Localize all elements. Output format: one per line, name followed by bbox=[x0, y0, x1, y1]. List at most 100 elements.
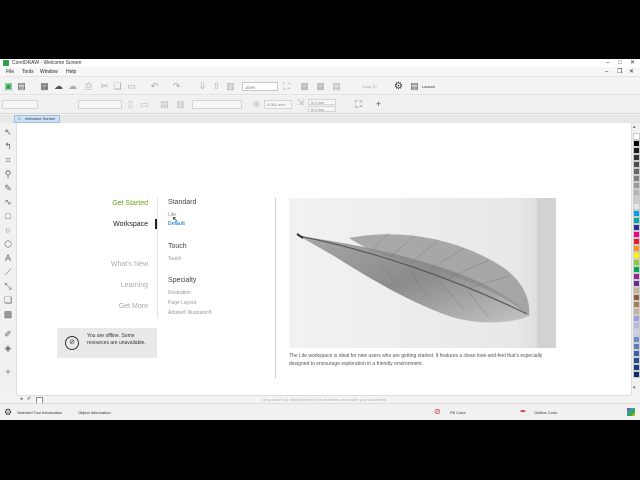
nav-learning[interactable]: Learning bbox=[48, 281, 148, 290]
print-icon[interactable]: ⎙ bbox=[84, 82, 93, 91]
open-icon[interactable]: ▤ bbox=[17, 82, 26, 91]
transparency-tool-icon[interactable]: ▩ bbox=[3, 309, 13, 319]
outline-pen-icon[interactable]: ✒ bbox=[520, 407, 527, 416]
parallel-dimension-icon[interactable]: ⟋ bbox=[3, 267, 13, 277]
connector-tool-icon[interactable]: ⤡ bbox=[3, 281, 13, 291]
zoom-level-select[interactable]: 100% bbox=[242, 82, 278, 91]
paste-icon[interactable]: ▭ bbox=[127, 82, 136, 91]
palette-swatch[interactable] bbox=[633, 133, 640, 140]
palette-swatch[interactable] bbox=[633, 245, 640, 252]
workspace-page-layout-option[interactable]: Page Layout bbox=[168, 300, 196, 306]
doc-restore-icon[interactable]: ❐ bbox=[617, 67, 622, 77]
palette-swatch[interactable] bbox=[633, 350, 640, 357]
palette-swatch[interactable] bbox=[633, 287, 640, 294]
portrait-icon[interactable]: ▯ bbox=[126, 100, 135, 109]
palette-swatch[interactable] bbox=[633, 364, 640, 371]
full-screen-icon[interactable]: ⛶ bbox=[282, 82, 291, 91]
fill-color-icon[interactable]: ⊘ bbox=[434, 407, 441, 416]
palette-swatch[interactable] bbox=[633, 329, 640, 336]
nav-whats-new[interactable]: What's New bbox=[48, 260, 148, 269]
palette-swatch[interactable] bbox=[633, 168, 640, 175]
palette-swatch[interactable] bbox=[633, 210, 640, 217]
undo-icon[interactable]: ↶ bbox=[150, 82, 159, 91]
add-tool-icon[interactable]: + bbox=[3, 367, 13, 377]
duplicate-y-field[interactable]: 5.0 mm bbox=[308, 106, 336, 112]
nudge-icon[interactable]: ⊕ bbox=[252, 100, 261, 109]
artistic-media-icon[interactable]: ∿ bbox=[3, 197, 13, 207]
minimize-icon[interactable]: – bbox=[606, 59, 609, 67]
grid-icon[interactable]: ▦ bbox=[316, 82, 325, 91]
palette-scroll-down-icon[interactable]: ▾ bbox=[633, 385, 636, 391]
drop-shadow-icon[interactable]: ❏ bbox=[3, 295, 13, 305]
palette-swatch[interactable] bbox=[633, 189, 640, 196]
pick-tool-icon[interactable]: ↖ bbox=[3, 127, 13, 137]
rulers-icon[interactable]: ▦ bbox=[300, 82, 309, 91]
palette-swatch[interactable] bbox=[633, 154, 640, 161]
interactive-fill-icon[interactable]: ◈ bbox=[3, 343, 13, 353]
close-icon[interactable]: ✕ bbox=[630, 59, 635, 67]
redo-icon[interactable]: ↷ bbox=[172, 82, 181, 91]
ellipse-tool-icon[interactable]: ○ bbox=[3, 225, 13, 235]
menu-window[interactable]: Window bbox=[40, 67, 58, 77]
palette-swatch[interactable] bbox=[633, 196, 640, 203]
menu-file[interactable]: File bbox=[6, 67, 14, 77]
cloud-upload-icon[interactable]: ☁ bbox=[54, 82, 63, 91]
palette-swatch[interactable] bbox=[633, 315, 640, 322]
status-gear-icon[interactable]: ⚙ bbox=[4, 407, 12, 418]
nudge-distance-field[interactable]: 0.001 mm bbox=[264, 100, 292, 109]
import-icon[interactable]: ⇩ bbox=[198, 82, 207, 91]
snap-to-select[interactable]: Snap To bbox=[360, 82, 384, 91]
palette-swatch[interactable] bbox=[633, 301, 640, 308]
page-frame-icon[interactable]: ⛶ bbox=[354, 100, 363, 109]
palette-swatch[interactable] bbox=[633, 266, 640, 273]
nav-get-more[interactable]: Get More bbox=[48, 302, 148, 311]
landscape-icon[interactable]: ▭ bbox=[140, 100, 149, 109]
palette-swatch[interactable] bbox=[633, 140, 640, 147]
freehand-tool-icon[interactable]: ✎ bbox=[3, 183, 13, 193]
current-page-icon[interactable]: ▥ bbox=[176, 100, 185, 109]
palette-swatch[interactable] bbox=[633, 308, 640, 315]
palette-swatch[interactable] bbox=[633, 203, 640, 210]
zoom-tool-icon[interactable]: ⚲ bbox=[3, 169, 13, 179]
palette-swatch[interactable] bbox=[633, 336, 640, 343]
guidelines-icon[interactable]: ▤ bbox=[332, 82, 341, 91]
menu-tools[interactable]: Tools bbox=[22, 67, 34, 77]
palette-swatch[interactable] bbox=[633, 371, 640, 378]
new-document-icon[interactable]: ▣ bbox=[4, 82, 13, 91]
page-size-select[interactable] bbox=[2, 100, 38, 109]
polygon-tool-icon[interactable]: ⬡ bbox=[3, 239, 13, 249]
palette-swatch[interactable] bbox=[633, 252, 640, 259]
options-gear-icon[interactable]: ⚙ bbox=[394, 82, 403, 92]
duplicate-x-field[interactable]: 5.0 mm bbox=[308, 99, 336, 105]
palette-swatch[interactable] bbox=[633, 161, 640, 168]
workspace-touch-option[interactable]: Touch bbox=[168, 256, 181, 262]
publish-pdf-icon[interactable]: ▥ bbox=[226, 82, 235, 91]
doc-close-icon[interactable]: ✕ bbox=[629, 67, 634, 77]
cloud-icon[interactable]: ☁ bbox=[68, 82, 77, 91]
palette-swatch[interactable] bbox=[633, 259, 640, 266]
launch-select[interactable]: Launch bbox=[420, 82, 450, 91]
palette-swatch[interactable] bbox=[633, 294, 640, 301]
menu-help[interactable]: Help bbox=[66, 67, 76, 77]
page-dimensions-field[interactable] bbox=[78, 100, 122, 109]
palette-swatch[interactable] bbox=[633, 280, 640, 287]
units-select[interactable] bbox=[192, 100, 242, 109]
color-styles-icon[interactable] bbox=[627, 408, 635, 416]
all-pages-icon[interactable]: ▤ bbox=[160, 100, 169, 109]
nav-get-started[interactable]: Get Started bbox=[48, 199, 148, 208]
rectangle-tool-icon[interactable]: □ bbox=[3, 211, 13, 221]
maximize-icon[interactable]: □ bbox=[618, 59, 622, 67]
launch-icon[interactable]: ▤ bbox=[410, 82, 419, 91]
save-icon[interactable]: ▦ bbox=[40, 82, 49, 91]
palette-swatch[interactable] bbox=[633, 147, 640, 154]
nav-workspace[interactable]: Workspace bbox=[48, 220, 148, 229]
palette-swatch[interactable] bbox=[633, 322, 640, 329]
export-icon[interactable]: ⇧ bbox=[212, 82, 221, 91]
palette-swatch[interactable] bbox=[633, 217, 640, 224]
workspace-adobe-illustrator-option[interactable]: Adobe® Illustrator® bbox=[168, 310, 212, 316]
palette-swatch[interactable] bbox=[633, 175, 640, 182]
cut-icon[interactable]: ✂ bbox=[100, 82, 109, 91]
add-icon[interactable]: + bbox=[374, 100, 383, 109]
text-tool-icon[interactable]: A bbox=[3, 253, 13, 263]
tab-welcome-screen[interactable]: ⌂ Welcome Screen bbox=[14, 115, 60, 123]
